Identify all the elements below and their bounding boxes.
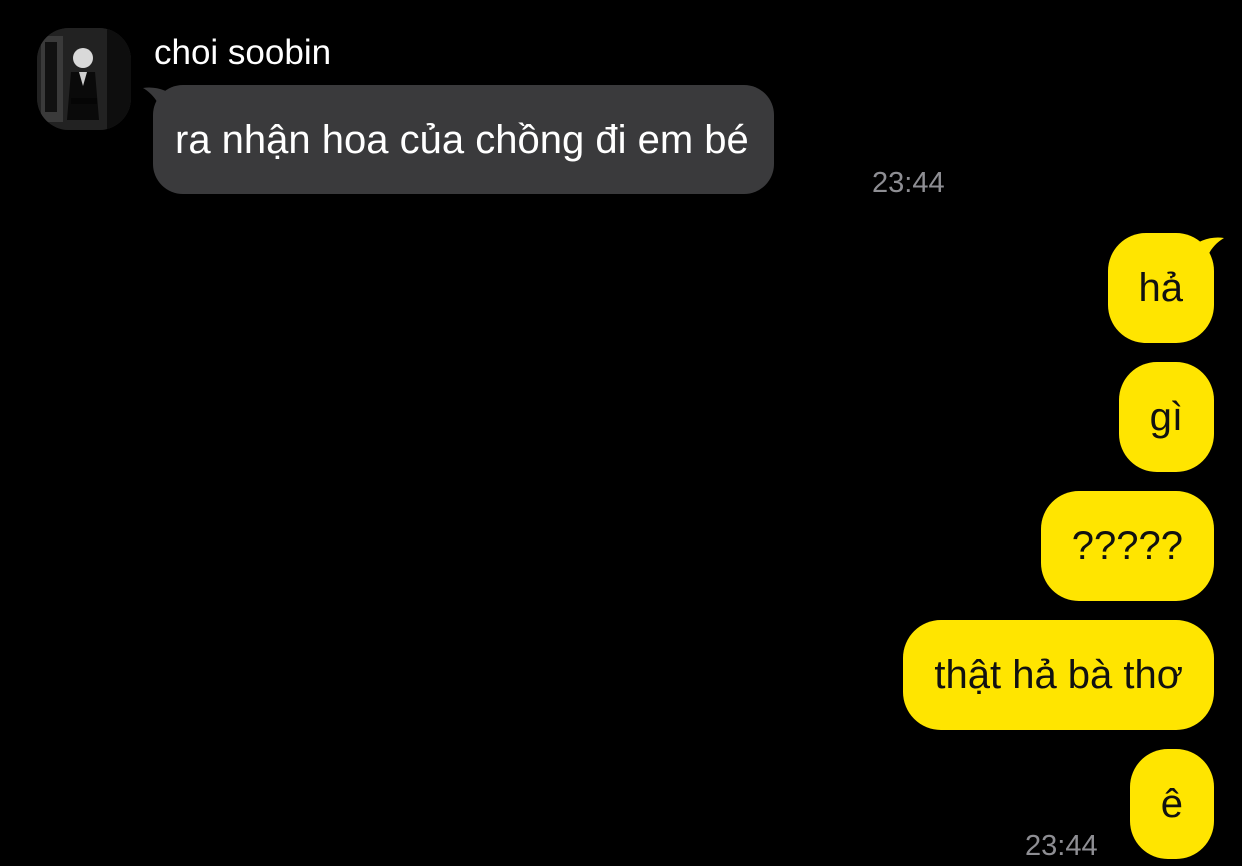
message-bubble-outgoing[interactable]: ê [1129,749,1214,859]
message-bubble-incoming[interactable]: ra nhận hoa của chồng đi em bé [153,85,774,194]
contact-name: choi soobin [154,33,332,72]
chat-view: choi soobin ra nhận hoa của chồng đi em … [0,0,1242,866]
message-bubble-outgoing[interactable]: thật hả bà thơ [903,620,1214,730]
contact-avatar[interactable] [37,28,131,130]
message-timestamp: 23:44 [1025,830,1098,862]
message-bubble-outgoing[interactable]: ????? [1040,491,1214,601]
message-bubble-outgoing[interactable]: gì [1118,362,1214,472]
profile-photo-icon [37,28,131,130]
message-bubble-outgoing[interactable]: hả [1107,233,1214,343]
message-timestamp: 23:44 [872,167,945,199]
